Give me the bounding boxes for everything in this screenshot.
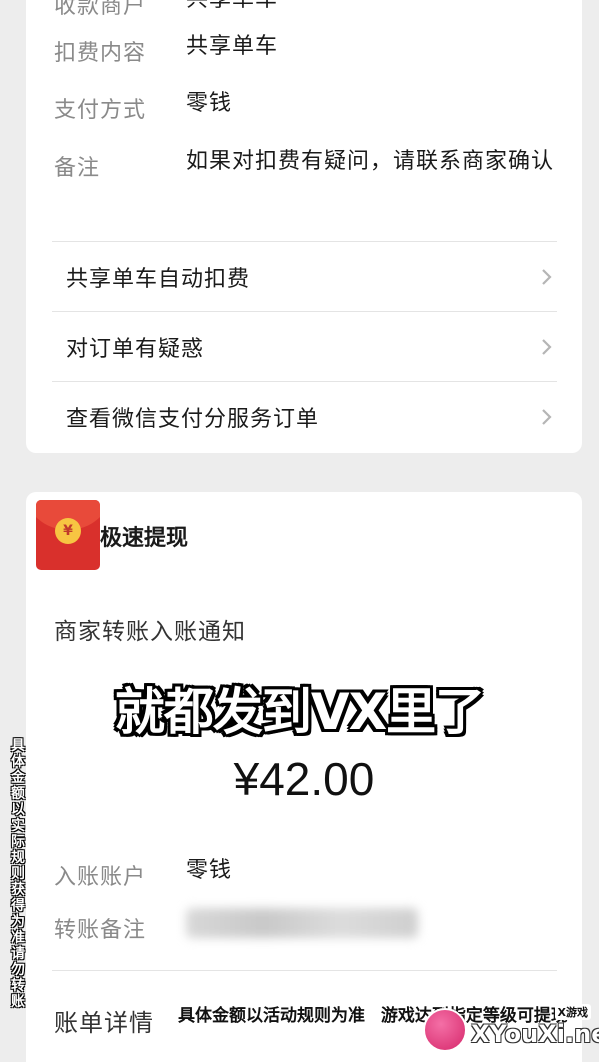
coin-icon: ¥ xyxy=(55,518,81,544)
divider xyxy=(52,970,557,971)
watermark-small-text: X游戏 xyxy=(554,1004,591,1020)
fast-withdraw-label: 极速提现 xyxy=(100,526,189,551)
remark-value: 如果对扣费有疑问，请联系商家确认 xyxy=(186,149,555,174)
transfer-notice-card: ¥ 极速提现 商家转账入账通知 ¥42.00 入账账户 零钱 转账备注 账单详情 xyxy=(26,492,582,1062)
chevron-right-icon xyxy=(542,408,552,425)
headline-caption: 就都发到VX里了 xyxy=(114,683,485,741)
chevron-right-icon xyxy=(542,338,552,355)
notice-title: 商家转账入账通知 xyxy=(54,619,246,645)
deduction-content-value: 共享单车 xyxy=(186,34,279,59)
transfer-amount: ¥42.00 xyxy=(233,753,375,805)
blurred-remark-value xyxy=(186,908,418,938)
receive-account-value: 零钱 xyxy=(186,858,233,883)
watermark-text: XYouXi.net xyxy=(471,1020,599,1048)
merchant-label: 收款商户 xyxy=(54,0,147,19)
order-question-link-label: 对订单有疑惑 xyxy=(66,336,205,362)
bottom-disclaimer-1: 具体金额以活动规则为准 xyxy=(178,1006,365,1026)
chevron-right-icon xyxy=(542,268,552,285)
red-envelope-icon: ¥ xyxy=(36,500,100,570)
bill-detail-label[interactable]: 账单详情 xyxy=(54,1003,154,1038)
remark-label: 备注 xyxy=(54,156,101,181)
order-question-link[interactable]: 对订单有疑惑 xyxy=(52,311,557,381)
auto-deduction-link-label: 共享单车自动扣费 xyxy=(66,266,251,292)
pay-score-order-link[interactable]: 查看微信支付分服务订单 xyxy=(52,381,557,451)
deduction-content-label: 扣费内容 xyxy=(54,41,147,66)
payment-method-value: 零钱 xyxy=(186,91,233,116)
auto-deduction-link[interactable]: 共享单车自动扣费 xyxy=(52,241,557,311)
receive-account-label: 入账账户 xyxy=(54,865,147,890)
transfer-remark-label: 转账备注 xyxy=(54,918,147,943)
vertical-disclaimer: 具体金额以实际规则获得为准 请勿转账 xyxy=(11,738,25,1010)
payment-method-label: 支付方式 xyxy=(54,98,147,123)
gamepad-logo-icon xyxy=(423,1008,467,1052)
deduction-details-card: 收款商户 共享单车 扣费内容 共享单车 支付方式 零钱 备注 如果对扣费有疑问，… xyxy=(26,0,582,453)
merchant-value: 共享单车 xyxy=(186,0,278,15)
site-watermark: XYouXi.net X游戏 xyxy=(423,998,599,1056)
pay-score-order-link-label: 查看微信支付分服务订单 xyxy=(66,406,320,432)
